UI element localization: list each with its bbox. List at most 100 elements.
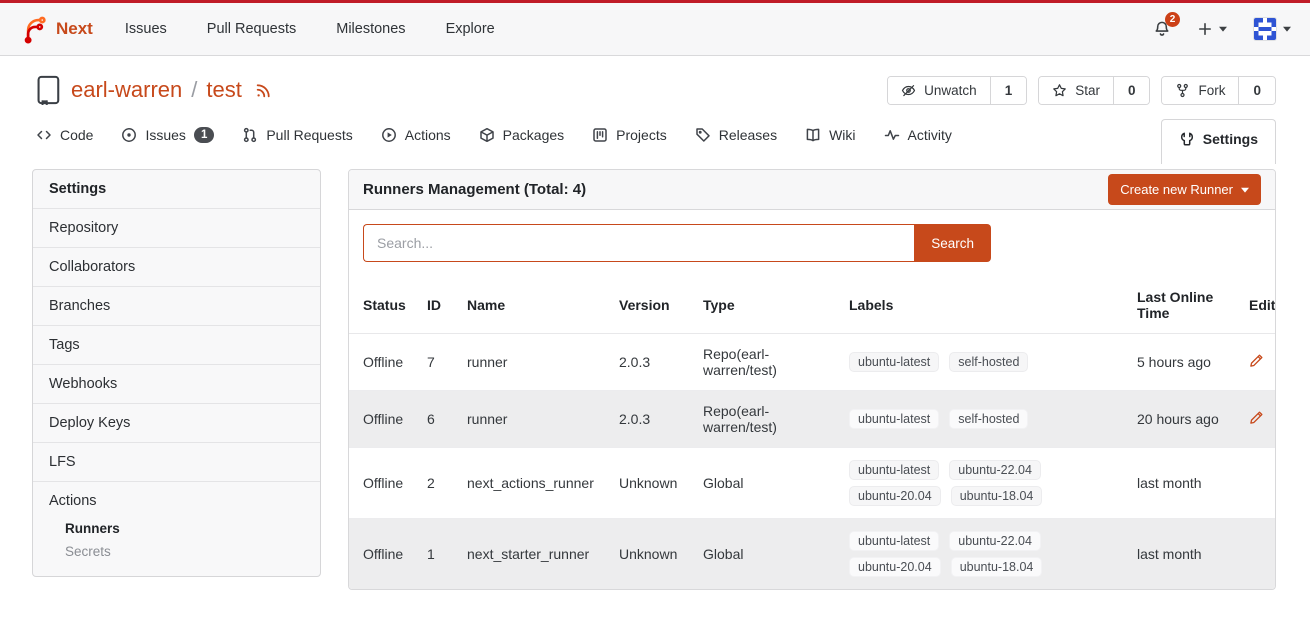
pull-request-icon <box>242 127 258 143</box>
tab-settings[interactable]: Settings <box>1161 119 1276 164</box>
runner-edit-cell <box>1243 519 1276 590</box>
search-button[interactable]: Search <box>914 224 991 262</box>
package-icon <box>479 127 495 143</box>
tab-code[interactable]: Code <box>26 115 103 155</box>
sidebar-subitem-runners[interactable]: Runners <box>33 517 320 540</box>
unwatch-count[interactable]: 1 <box>990 77 1027 104</box>
runner-label-tag: ubuntu-latest <box>849 460 939 480</box>
brand-home-link[interactable]: Next <box>19 14 93 44</box>
sidebar-item-tags[interactable]: Tags <box>33 325 320 364</box>
eye-off-icon <box>901 83 916 98</box>
edit-runner-button[interactable] <box>1249 410 1264 425</box>
runner-labels-cell: ubuntu-latestself-hosted <box>843 334 1131 391</box>
runner-id: 2 <box>421 448 461 519</box>
runners-table: StatusIDNameVersionTypeLabelsLast Online… <box>349 277 1276 589</box>
book-icon <box>805 127 821 143</box>
plus-icon <box>1197 21 1213 37</box>
runner-type: Repo(earl-warren/test) <box>697 391 843 448</box>
tab-wiki[interactable]: Wiki <box>795 115 865 155</box>
sidebar-item-lfs[interactable]: LFS <box>33 442 320 481</box>
sidebar-item-branches[interactable]: Branches <box>33 286 320 325</box>
runner-status: Offline <box>349 334 421 391</box>
tab-label: Pull Requests <box>266 127 352 143</box>
tab-releases[interactable]: Releases <box>685 115 787 155</box>
create-new-runner-button[interactable]: Create new Runner <box>1108 174 1261 205</box>
runners-panel: Runners Management (Total: 4) Create new… <box>348 169 1276 590</box>
runner-name: runner <box>461 391 613 448</box>
fork-count[interactable]: 0 <box>1238 77 1275 104</box>
runner-label-tag: ubuntu-latest <box>849 531 939 551</box>
chevron-down-icon <box>1241 187 1249 193</box>
nav-link-milestones[interactable]: Milestones <box>336 21 405 37</box>
repo-owner-link[interactable]: earl-warren <box>71 77 182 103</box>
runner-id: 6 <box>421 391 461 448</box>
star-icon <box>1052 83 1067 98</box>
column-header-version: Version <box>613 277 697 334</box>
tab-activity[interactable]: Activity <box>874 115 962 155</box>
sidebar-item-webhooks[interactable]: Webhooks <box>33 364 320 403</box>
star-label: Star <box>1075 83 1100 98</box>
unwatch-button[interactable]: Unwatch <box>888 77 990 104</box>
runner-label-tag: ubuntu-20.04 <box>849 486 941 506</box>
fork-button[interactable]: Fork <box>1162 77 1238 104</box>
tab-issues[interactable]: Issues 1 <box>111 115 224 155</box>
tab-label: Activity <box>908 127 952 143</box>
tab-label: Code <box>60 127 93 143</box>
table-header-row: StatusIDNameVersionTypeLabelsLast Online… <box>349 277 1276 334</box>
search-input[interactable] <box>363 224 914 262</box>
page: Next Issues Pull Requests Milestones Explor… <box>0 0 1310 590</box>
tab-pull-requests[interactable]: Pull Requests <box>232 115 362 155</box>
tab-packages[interactable]: Packages <box>469 115 574 155</box>
repo-actions: Unwatch1 Star 0 Fork 0 <box>887 76 1276 105</box>
tools-icon <box>1179 131 1195 147</box>
sidebar-item-collaborators[interactable]: Collaborators <box>33 247 320 286</box>
tag-icon <box>695 127 711 143</box>
runner-edit-cell <box>1243 448 1276 519</box>
nav-link-explore[interactable]: Explore <box>446 21 495 37</box>
star-button[interactable]: Star <box>1039 77 1113 104</box>
runner-label-tag: ubuntu-18.04 <box>951 486 1043 506</box>
repo-title: earl-warren / test <box>32 75 272 105</box>
user-menu-button[interactable] <box>1253 17 1291 41</box>
runner-edit-cell <box>1243 334 1276 391</box>
create-new-menu-button[interactable] <box>1197 21 1227 37</box>
runner-label-tag: ubuntu-latest <box>849 409 939 429</box>
tab-label: Issues <box>145 127 185 143</box>
nav-link-pull-requests[interactable]: Pull Requests <box>207 21 296 37</box>
brand-name: Next <box>56 19 93 39</box>
sidebar-subitem-secrets[interactable]: Secrets <box>33 540 320 563</box>
repo-tabs: Code Issues 1 Pull Requests Actions Packages P… <box>26 115 962 155</box>
rss-feed-icon[interactable] <box>255 82 272 99</box>
nav-links: Issues Pull Requests Milestones Explore <box>125 21 495 37</box>
fork-label: Fork <box>1198 83 1225 98</box>
tab-count-badge: 1 <box>194 127 214 143</box>
notification-count-badge: 2 <box>1165 12 1180 27</box>
nav-link-issues[interactable]: Issues <box>125 21 167 37</box>
tab-label: Packages <box>503 127 564 143</box>
content: Settings RepositoryCollaboratorsBranches… <box>0 155 1310 590</box>
project-icon <box>592 127 608 143</box>
sidebar-item-deploy-keys[interactable]: Deploy Keys <box>33 403 320 442</box>
runner-id: 7 <box>421 334 461 391</box>
edit-runner-button[interactable] <box>1249 353 1264 368</box>
tab-actions[interactable]: Actions <box>371 115 461 155</box>
sidebar-actions-block: Actions RunnersSecrets <box>33 481 320 576</box>
sidebar-item-repository[interactable]: Repository <box>33 208 320 247</box>
tab-projects[interactable]: Projects <box>582 115 677 155</box>
sidebar-item-actions[interactable]: Actions <box>33 493 320 517</box>
runner-last-online: last month <box>1131 448 1243 519</box>
column-header-name: Name <box>461 277 613 334</box>
runner-name: next_actions_runner <box>461 448 613 519</box>
notifications-button[interactable]: 2 <box>1153 20 1171 38</box>
chevron-down-icon <box>1219 26 1227 32</box>
play-circle-icon <box>381 127 397 143</box>
repo-name-link[interactable]: test <box>206 77 241 103</box>
runner-labels: ubuntu-latestubuntu-22.04ubuntu-20.04ubu… <box>849 460 1064 506</box>
table-body: Offline7runner2.0.3Repo(earl-warren/test… <box>349 334 1276 590</box>
create-button-label: Create new Runner <box>1120 182 1233 197</box>
runner-name: next_starter_runner <box>461 519 613 590</box>
runner-type: Global <box>697 448 843 519</box>
runner-labels-cell: ubuntu-latestubuntu-22.04ubuntu-20.04ubu… <box>843 519 1131 590</box>
star-count[interactable]: 0 <box>1113 77 1150 104</box>
runner-type: Repo(earl-warren/test) <box>697 334 843 391</box>
